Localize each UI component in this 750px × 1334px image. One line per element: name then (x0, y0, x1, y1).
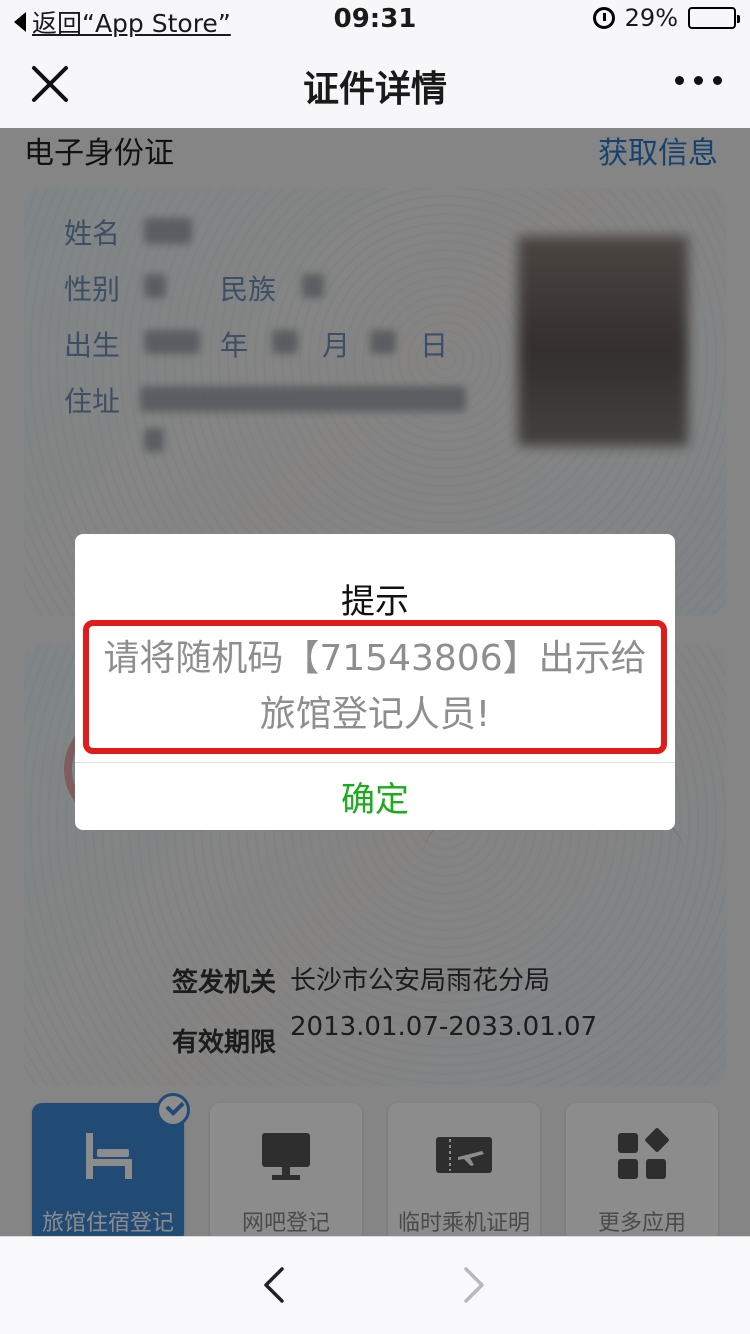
dialog-message-highlight: 请将随机码【71543806】出示给旅馆登记人员! (83, 620, 667, 754)
alarm-icon (592, 7, 615, 29)
battery-icon (688, 7, 740, 29)
dialog-message: 请将随机码【71543806】出示给旅馆登记人员! (103, 638, 647, 735)
battery-percent: 29% (624, 4, 678, 32)
status-indicators: 29% (592, 4, 740, 32)
alert-dialog: 提示 请将随机码【71543806】出示给旅馆登记人员! 确定 (75, 534, 675, 830)
status-bar: 返回“App Store” 09:31 29% (0, 0, 750, 40)
forward-arrow-icon[interactable] (462, 1265, 486, 1305)
confirm-button[interactable]: 确定 (75, 762, 675, 830)
more-options-icon[interactable] (675, 76, 722, 85)
page-title: 证件详情 (302, 69, 447, 110)
browser-toolbar (0, 1236, 750, 1334)
back-arrow-icon[interactable] (262, 1265, 286, 1305)
nav-bar: 证件详情 (0, 40, 750, 128)
dialog-title: 提示 (341, 582, 409, 622)
